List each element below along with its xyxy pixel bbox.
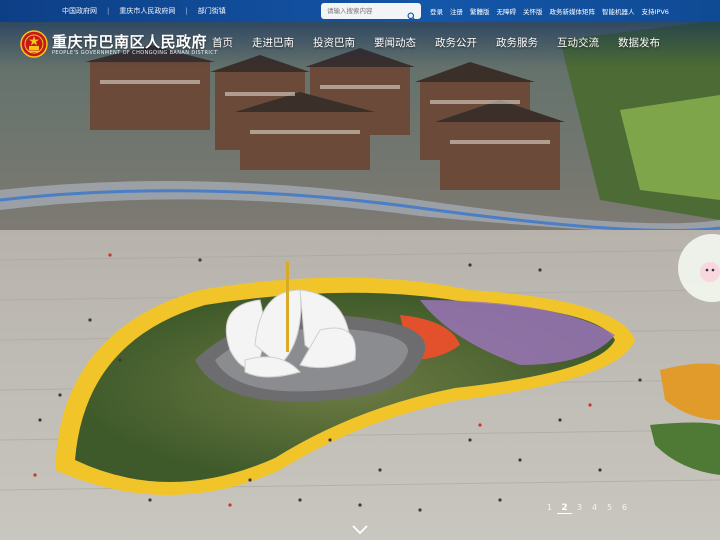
ipv6-badge: 支持IPV6 bbox=[641, 8, 669, 16]
pager-dot-1[interactable]: 1 bbox=[542, 503, 557, 514]
nav-invest-banan[interactable]: 投资巴南 bbox=[313, 35, 355, 50]
link-departments[interactable]: 部门街镇 bbox=[188, 6, 236, 16]
site-title[interactable]: 重庆市巴南区人民政府 bbox=[52, 31, 207, 52]
national-emblem-logo[interactable] bbox=[20, 30, 48, 58]
register-link[interactable]: 注册 bbox=[450, 6, 463, 16]
elderly-care-link[interactable]: 关怀版 bbox=[523, 6, 543, 16]
nav-gov-affairs-open[interactable]: 政务公开 bbox=[435, 35, 477, 50]
pager-dot-4[interactable]: 4 bbox=[587, 503, 602, 514]
main-nav: 首页 走进巴南 投资巴南 要闻动态 政务公开 政务服务 互动交流 数据发布 bbox=[212, 35, 679, 50]
pager-dot-6[interactable]: 6 bbox=[617, 503, 632, 514]
new-media-matrix-link[interactable]: 政务新媒体矩阵 bbox=[550, 6, 596, 16]
chatbot-link[interactable]: 智能机器人 bbox=[602, 6, 635, 16]
nav-about-banan[interactable]: 走进巴南 bbox=[252, 35, 294, 50]
search-icon[interactable] bbox=[407, 6, 416, 25]
nav-data-release[interactable]: 数据发布 bbox=[618, 35, 660, 50]
hero-banner-image bbox=[0, 0, 720, 540]
accessibility-link[interactable]: 无障碍 bbox=[497, 6, 517, 16]
login-link[interactable]: 登录 bbox=[430, 6, 443, 16]
site-subtitle: PEOPLE'S GOVERNMENT OF CHONGQING BANAN D… bbox=[52, 50, 218, 56]
traditional-chinese-link[interactable]: 繁體版 bbox=[470, 6, 490, 16]
pager-dot-5[interactable]: 5 bbox=[602, 503, 617, 514]
account-links: 登录 注册 繁體版 无障碍 关怀版 政务新媒体矩阵 智能机器人 支持IPV6 bbox=[430, 0, 676, 22]
pager-dot-3[interactable]: 3 bbox=[572, 503, 587, 514]
side-promo-badge[interactable] bbox=[676, 228, 720, 310]
nav-interaction[interactable]: 互动交流 bbox=[557, 35, 599, 50]
link-chongqing-gov[interactable]: 重庆市人民政府网 bbox=[109, 6, 185, 16]
pager-dot-2[interactable]: 2 bbox=[557, 503, 572, 514]
search-box[interactable] bbox=[321, 3, 421, 21]
link-china-gov[interactable]: 中国政府网 bbox=[52, 6, 107, 16]
nav-home[interactable]: 首页 bbox=[212, 35, 233, 50]
scroll-down-icon[interactable] bbox=[352, 520, 368, 539]
carousel-pager: 1 2 3 4 5 6 bbox=[542, 503, 632, 514]
top-links: 中国政府网 | 重庆市人民政府网 | 部门街镇 bbox=[52, 6, 236, 16]
nav-gov-services[interactable]: 政务服务 bbox=[496, 35, 538, 50]
site-header: 重庆市巴南区人民政府 PEOPLE'S GOVERNMENT OF CHONGQ… bbox=[0, 22, 720, 68]
search-input[interactable] bbox=[321, 7, 401, 15]
nav-news[interactable]: 要闻动态 bbox=[374, 35, 416, 50]
top-utility-bar: 中国政府网 | 重庆市人民政府网 | 部门街镇 登录 注册 繁體版 无障碍 关怀… bbox=[0, 0, 720, 22]
